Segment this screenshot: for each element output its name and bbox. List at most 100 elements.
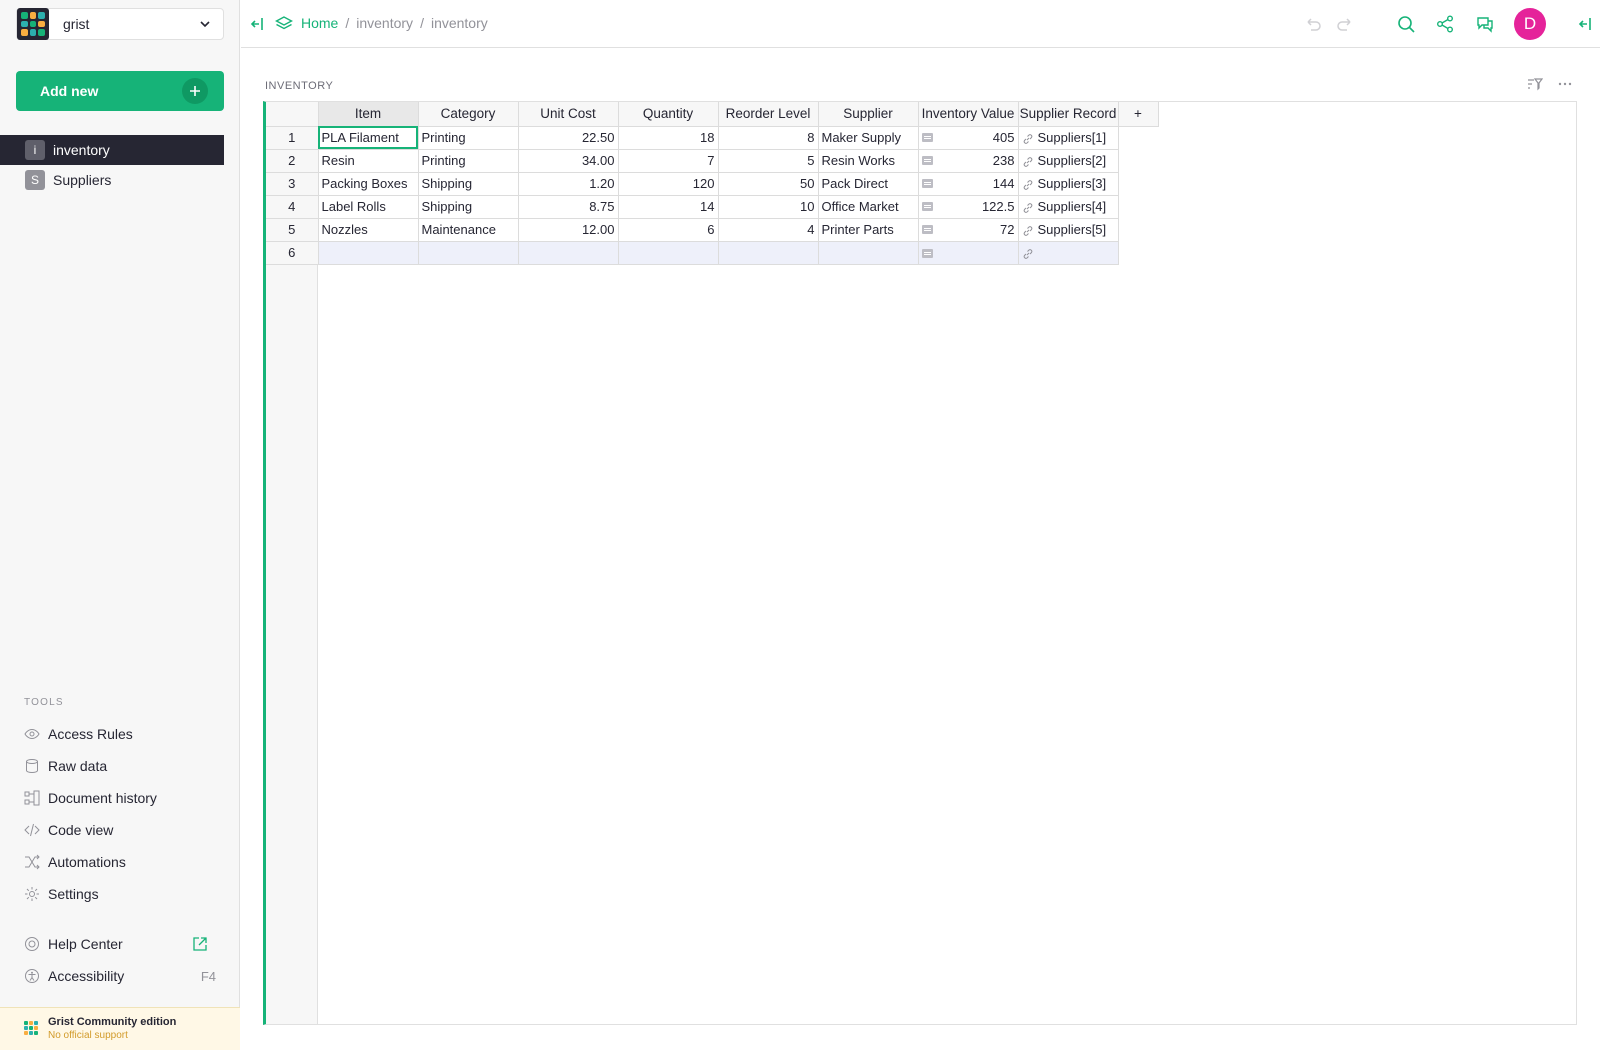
cell-supplier[interactable]: Pack Direct [818,172,919,196]
sort-filter-icon[interactable] [1527,76,1543,92]
corner-cell[interactable] [266,102,319,127]
cell-quantity[interactable]: 120 [618,172,719,196]
cell-unit-cost[interactable]: 8.75 [518,195,619,219]
column-header[interactable]: Unit Cost [518,102,619,127]
page-initial: i [25,140,45,160]
cell-item[interactable]: Packing Boxes [318,172,419,196]
breadcrumb-home[interactable]: Home [301,15,338,31]
cell-quantity[interactable]: 18 [618,126,719,150]
tool-document-history[interactable]: Document history [24,788,216,808]
comments-icon[interactable] [1475,14,1495,34]
supplier-record-value: Suppliers[2] [1037,153,1107,168]
cell-supplier-record[interactable]: Suppliers[2] [1018,149,1119,173]
help-center-link[interactable]: Help Center [24,934,216,954]
cell-unit-cost[interactable] [518,241,619,265]
column-header[interactable]: Category [418,102,519,127]
cell-quantity[interactable]: 14 [618,195,719,219]
column-header[interactable]: Quantity [618,102,719,127]
cell-item[interactable]: Nozzles [318,218,419,242]
cell-inventory-value[interactable]: 405 [918,126,1019,150]
link-icon [1023,156,1032,167]
row-number[interactable]: 5 [266,218,319,242]
cell-supplier[interactable]: Maker Supply [818,126,919,150]
user-avatar[interactable]: D [1514,8,1546,40]
search-icon[interactable] [1396,14,1416,34]
cell-inventory-value[interactable]: 144 [918,172,1019,196]
add-column-button[interactable]: + [1118,102,1159,127]
accessibility-link[interactable]: Accessibility F4 [24,966,216,986]
tool-settings[interactable]: Settings [24,884,216,904]
cell-unit-cost[interactable]: 34.00 [518,149,619,173]
cell-reorder-level[interactable] [718,241,819,265]
collapse-right-panel-icon[interactable] [1577,15,1595,33]
cell-category[interactable]: Maintenance [418,218,519,242]
column-header[interactable]: Item [318,102,419,127]
cell-category[interactable]: Printing [418,149,519,173]
breadcrumb-doc[interactable]: inventory [356,15,413,31]
cell-supplier-record[interactable]: Suppliers[3] [1018,172,1119,196]
column-header[interactable]: Inventory Value [918,102,1019,127]
row-number[interactable]: 4 [266,195,319,219]
cell-inventory-value[interactable]: 72 [918,218,1019,242]
cell-unit-cost[interactable]: 1.20 [518,172,619,196]
column-header[interactable]: Supplier [818,102,919,127]
row-number[interactable]: 3 [266,172,319,196]
cell-inventory-value[interactable] [918,241,1019,265]
page-item-suppliers[interactable]: S Suppliers [0,165,224,195]
tool-raw-data[interactable]: Raw data [24,756,216,776]
cell-inventory-value[interactable]: 238 [918,149,1019,173]
tool-access-rules[interactable]: Access Rules [24,724,216,744]
cell-item[interactable]: Label Rolls [318,195,419,219]
redo-icon[interactable] [1335,14,1355,34]
cell-reorder-level[interactable]: 50 [718,172,819,196]
cell-item[interactable]: PLA Filament [318,126,419,150]
cell-supplier-record[interactable] [1018,241,1119,265]
cell-item[interactable]: Resin [318,149,419,173]
cell-quantity[interactable]: 7 [618,149,719,173]
cell-supplier[interactable]: Printer Parts [818,218,919,242]
share-icon[interactable] [1435,14,1455,34]
org-switcher[interactable]: grist [16,8,224,40]
inventory-value: 72 [1000,222,1015,237]
cell-quantity[interactable]: 6 [618,218,719,242]
accessibility-label: Accessibility [48,968,125,984]
tool-label: Code view [48,822,114,838]
cell-reorder-level[interactable]: 4 [718,218,819,242]
cell-supplier[interactable] [818,241,919,265]
cell-category[interactable] [418,241,519,265]
tool-automations[interactable]: Automations [24,852,216,872]
cell-reorder-level[interactable]: 10 [718,195,819,219]
cell-quantity[interactable] [618,241,719,265]
row-number[interactable]: 1 [266,126,319,150]
add-new-button[interactable]: Add new [16,71,224,111]
cell-inventory-value[interactable]: 122.5 [918,195,1019,219]
more-options-icon[interactable] [1557,76,1573,92]
code-icon [24,823,40,837]
breadcrumb-page[interactable]: inventory [431,15,488,31]
cell-category[interactable]: Printing [418,126,519,150]
cell-supplier-record[interactable]: Suppliers[4] [1018,195,1119,219]
cell-item[interactable] [318,241,419,265]
row-number[interactable]: 6 [266,241,319,265]
cell-supplier-record[interactable]: Suppliers[1] [1018,126,1119,150]
cell-supplier[interactable]: Resin Works [818,149,919,173]
cell-category[interactable]: Shipping [418,195,519,219]
cell-reorder-level[interactable]: 8 [718,126,819,150]
cell-supplier[interactable]: Office Market [818,195,919,219]
collapse-panel-icon[interactable] [249,15,267,33]
page-item-inventory[interactable]: i inventory [0,135,224,165]
cell-reorder-level[interactable]: 5 [718,149,819,173]
row-number[interactable]: 2 [266,149,319,173]
tool-label: Raw data [48,758,108,774]
cell-supplier-record[interactable]: Suppliers[5] [1018,218,1119,242]
inventory-value: 238 [992,153,1015,168]
cell-unit-cost[interactable]: 12.00 [518,218,619,242]
column-header[interactable]: Supplier Record [1018,102,1119,127]
formula-icon [921,179,933,188]
cell-category[interactable]: Shipping [418,172,519,196]
cell-unit-cost[interactable]: 22.50 [518,126,619,150]
tool-code-view[interactable]: Code view [24,820,216,840]
column-header[interactable]: Reorder Level [718,102,819,127]
undo-icon[interactable] [1303,14,1323,34]
table-row: 4 Label Rolls Shipping 8.75 14 10 Office… [266,195,1158,219]
